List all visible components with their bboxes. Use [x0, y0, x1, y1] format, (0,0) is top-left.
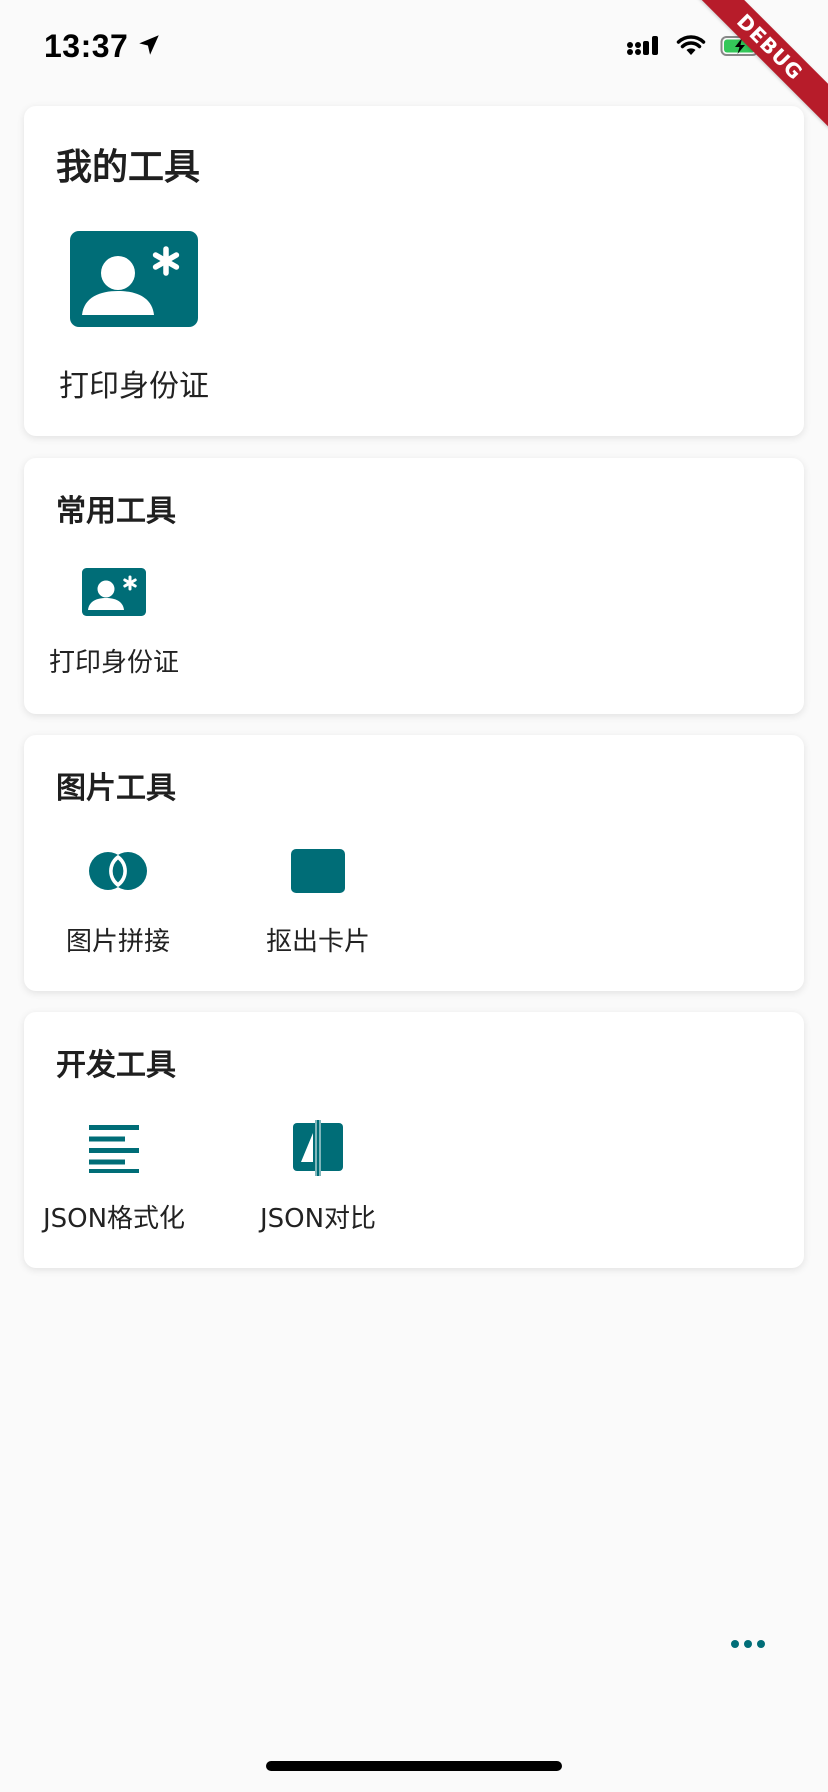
id-card-icon [82, 568, 146, 616]
tool-item-print-id-card[interactable]: 打印身份证 [44, 568, 184, 679]
tool-label: 打印身份证 [59, 369, 209, 404]
dev-tools-title: 开发工具 [56, 1048, 176, 1083]
tool-label: JSON对比 [259, 1204, 377, 1234]
image-merge-icon [88, 847, 148, 895]
status-time: 13:37 [44, 28, 129, 64]
tool-label: JSON格式化 [42, 1204, 186, 1234]
tool-item-json-compare[interactable]: JSON对比 [238, 1120, 398, 1235]
tool-label: 图片拼接 [65, 927, 170, 957]
wifi-icon [676, 34, 706, 62]
more-button[interactable] [728, 1628, 768, 1658]
tool-item-print-id-card[interactable]: 打印身份证 [59, 231, 209, 405]
tool-item-card-crop[interactable]: 抠出卡片 [248, 847, 388, 958]
id-card-icon [70, 231, 198, 327]
image-tools-title: 图片工具 [56, 771, 176, 806]
battery-charging-icon [720, 34, 764, 62]
dev-tools-card: 开发工具 JSON格式化 JSON对比 [24, 1012, 804, 1268]
tool-item-image-merge[interactable]: 图片拼接 [48, 847, 188, 958]
tool-label: 打印身份证 [48, 648, 179, 678]
compare-icon [293, 1120, 343, 1176]
common-tools-title: 常用工具 [56, 494, 176, 529]
status-icons [626, 34, 764, 62]
status-time-group: 13:37 [44, 28, 162, 65]
status-bar: 13:37 [0, 0, 828, 92]
card-crop-icon [291, 847, 345, 895]
more-horiz-icon [730, 1634, 766, 1653]
my-tools-title: 我的工具 [56, 147, 201, 188]
location-arrow-icon [136, 32, 162, 62]
common-tools-card: 常用工具 打印身份证 [24, 458, 804, 714]
format-align-icon [89, 1120, 139, 1176]
my-tools-card: 我的工具 打印身份证 [24, 106, 804, 436]
image-tools-card: 图片工具 图片拼接 抠出卡片 [24, 735, 804, 991]
home-indicator [266, 1761, 562, 1771]
cellular-signal-icon [626, 34, 662, 62]
tool-label: 抠出卡片 [265, 927, 370, 957]
tool-item-json-format[interactable]: JSON格式化 [34, 1120, 194, 1235]
